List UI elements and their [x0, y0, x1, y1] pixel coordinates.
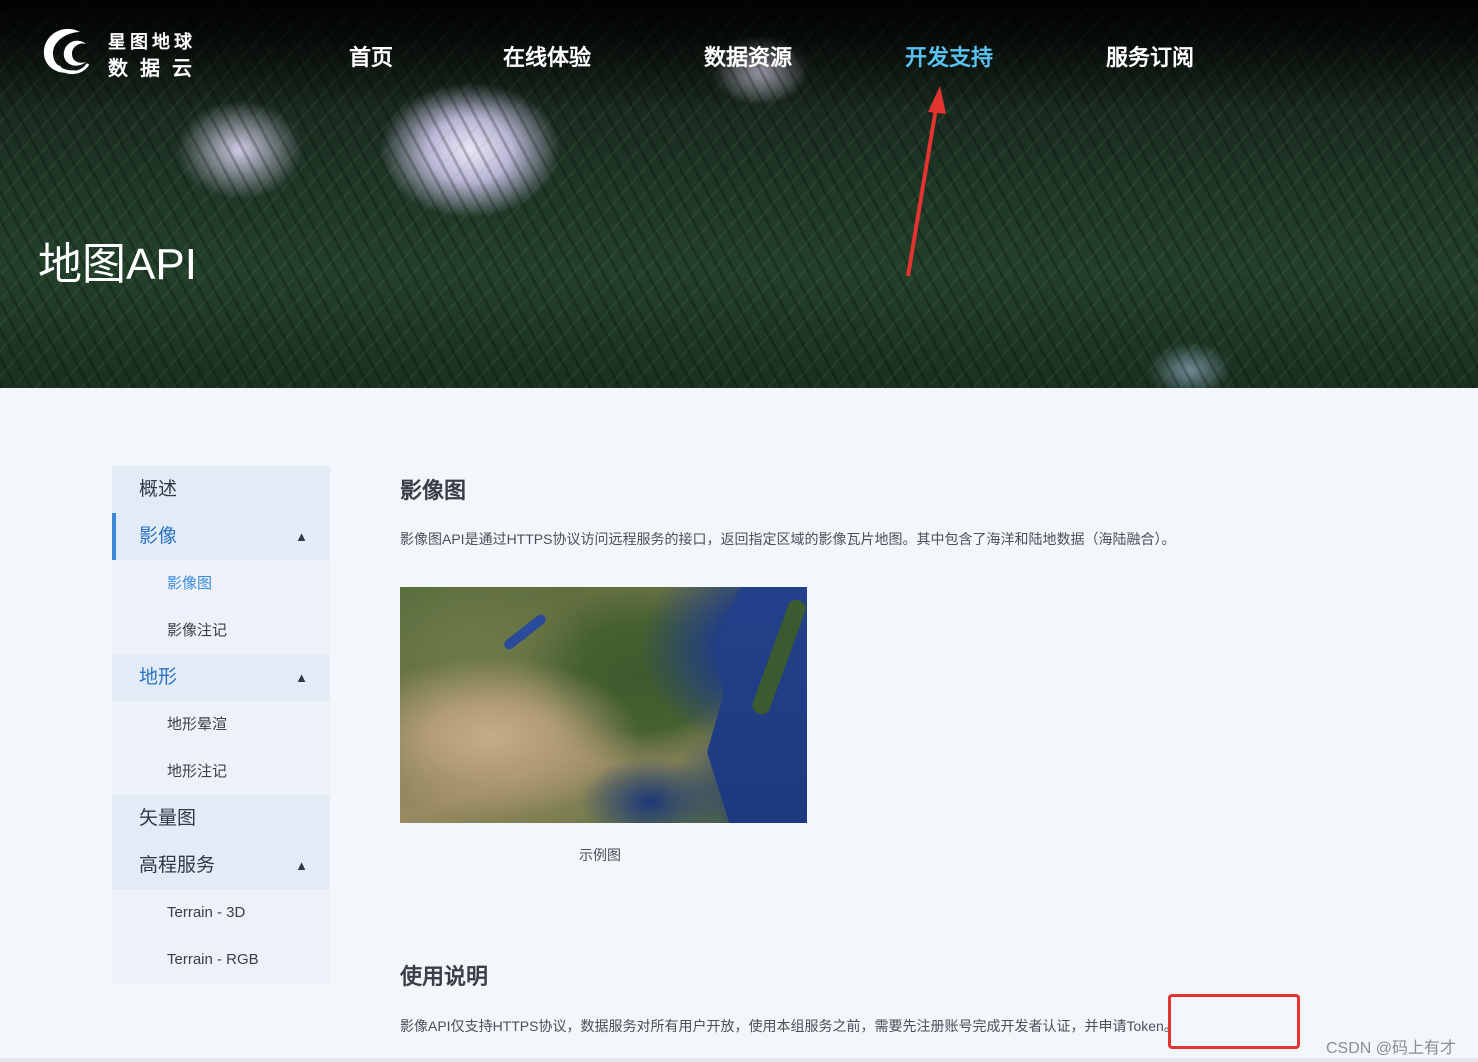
- sidebar-item-label: 概述: [139, 479, 178, 500]
- nav-service-subscription[interactable]: 服务订阅: [1106, 40, 1194, 72]
- annotation-highlight-box: [1168, 994, 1300, 1049]
- sidebar-item-label: Terrain - RGB: [167, 951, 259, 968]
- bottom-divider: [0, 1058, 1478, 1062]
- watermark: CSDN @码上有才: [1326, 1040, 1457, 1057]
- sidebar-item-elevation-service[interactable]: 高程服务 ▲: [112, 842, 330, 889]
- sidebar-item-terrain-3d[interactable]: Terrain - 3D: [112, 889, 330, 936]
- sidebar-item-terrain-rgb[interactable]: Terrain - RGB: [112, 936, 330, 983]
- sidebar-item-imagery[interactable]: 影像 ▲: [112, 513, 330, 560]
- section-title-usage: 使用说明: [400, 964, 489, 989]
- sidebar-item-imagery-map[interactable]: 影像图: [112, 560, 330, 607]
- sidebar-item-label: 影像: [139, 526, 178, 547]
- sidebar: 概述 影像 ▲ 影像图 影像注记 地形 ▲ 地形晕渲 地形注记 矢量图 高程服务…: [112, 466, 330, 983]
- chevron-up-icon: ▲: [295, 858, 308, 873]
- sidebar-item-label: Terrain - 3D: [167, 904, 246, 921]
- lake-shape: [502, 612, 548, 652]
- nav-data-resources[interactable]: 数据资源: [704, 40, 792, 72]
- section-description-imagery: 影像图API是通过HTTPS协议访问远程服务的接口，返回指定区域的影像瓦片地图。…: [400, 531, 1176, 547]
- example-satellite-image: [400, 587, 807, 823]
- sidebar-item-label: 影像图: [167, 575, 213, 592]
- hero-banner: 星图地球 数据云 首页 在线体验 数据资源 开发支持 服务订阅 地图API: [0, 0, 1478, 388]
- section-description-usage: 影像API仅支持HTTPS协议，数据服务对所有用户开放，使用本组服务之前，需要先…: [400, 1018, 1178, 1034]
- sidebar-item-label: 高程服务: [139, 855, 216, 876]
- nav-dev-support[interactable]: 开发支持: [905, 40, 993, 72]
- sidebar-item-imagery-annotation[interactable]: 影像注记: [112, 607, 330, 654]
- section-title-imagery: 影像图: [400, 478, 467, 503]
- sidebar-item-label: 矢量图: [139, 808, 197, 829]
- sidebar-item-label: 地形注记: [167, 763, 228, 780]
- chevron-up-icon: ▲: [295, 670, 308, 685]
- sidebar-item-label: 影像注记: [167, 622, 228, 639]
- chevron-up-icon: ▲: [295, 529, 308, 544]
- sidebar-item-terrain[interactable]: 地形 ▲: [112, 654, 330, 701]
- sidebar-item-terrain-shading[interactable]: 地形晕渲: [112, 701, 330, 748]
- nav-online-experience[interactable]: 在线体验: [503, 40, 591, 72]
- image-caption: 示例图: [579, 847, 621, 863]
- sidebar-item-overview[interactable]: 概述: [112, 466, 330, 513]
- sidebar-item-label: 地形: [139, 667, 178, 688]
- nav-home[interactable]: 首页: [349, 40, 393, 72]
- sidebar-item-label: 地形晕渲: [167, 716, 228, 733]
- page-title: 地图API: [38, 240, 197, 289]
- main-nav: 首页 在线体验 数据资源 开发支持 服务订阅: [0, 40, 1478, 74]
- sidebar-item-vector-map[interactable]: 矢量图: [112, 795, 330, 842]
- sidebar-item-terrain-annotation[interactable]: 地形注记: [112, 748, 330, 795]
